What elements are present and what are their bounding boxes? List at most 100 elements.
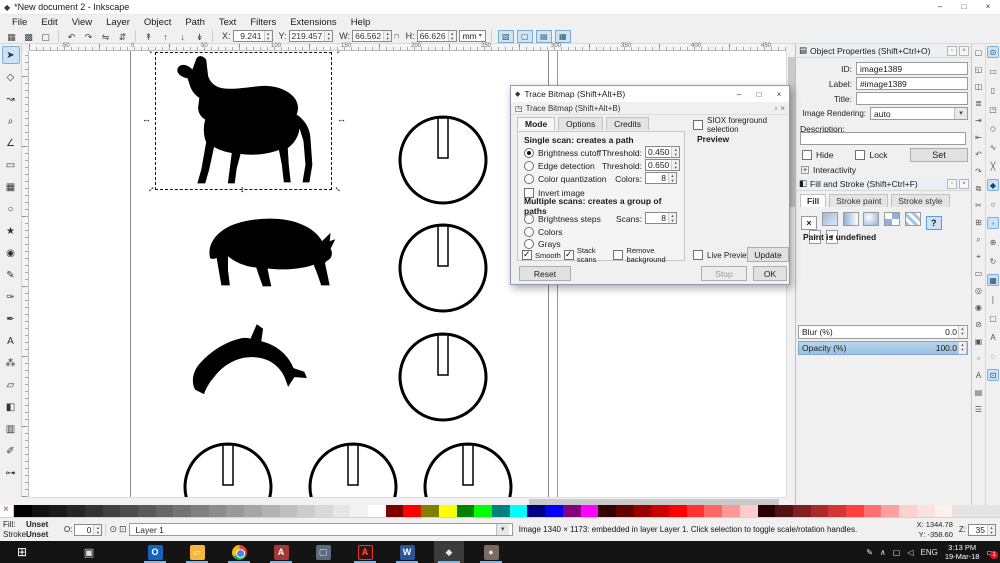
- palette-swatch-10[interactable]: [191, 505, 209, 517]
- dropper-tool[interactable]: ✐: [2, 442, 20, 460]
- lock-checkbox[interactable]: [855, 150, 865, 160]
- palette-swatch-21[interactable]: [386, 505, 404, 517]
- scale-gradients-toggle[interactable]: ▤: [536, 30, 552, 43]
- zoom-drawing-icon[interactable]: ⌖: [973, 250, 985, 262]
- palette-swatch-20[interactable]: [368, 505, 386, 517]
- snap-bbox-corner-icon[interactable]: ◳: [987, 103, 999, 115]
- lock-ratio-icon[interactable]: ⊔: [394, 32, 399, 40]
- palette-swatch-27[interactable]: [492, 505, 510, 517]
- live-preview-checkbox[interactable]: [693, 250, 703, 260]
- h--spinbox[interactable]: 66.626▴▾: [417, 30, 457, 42]
- palette-swatch-22[interactable]: [403, 505, 421, 517]
- rotate-ccw-button[interactable]: ↶: [64, 30, 79, 43]
- palette-swatch-31[interactable]: [563, 505, 581, 517]
- unlink-clone-icon[interactable]: ⊘: [973, 318, 985, 330]
- connector-tool[interactable]: ⊶: [2, 464, 20, 482]
- close-button[interactable]: ×: [976, 0, 1000, 14]
- palette-swatch-41[interactable]: [740, 505, 758, 517]
- pen-tool[interactable]: ✑: [2, 288, 20, 306]
- set-button[interactable]: Set: [910, 148, 968, 162]
- scale-patterns-toggle[interactable]: ▦: [555, 30, 571, 43]
- color-quantization-radio[interactable]: [524, 174, 534, 184]
- tab-credits[interactable]: Credits: [606, 117, 649, 130]
- palette-swatch-18[interactable]: [333, 505, 351, 517]
- palette-swatch-49[interactable]: [881, 505, 899, 517]
- redo-icon[interactable]: ↷: [973, 165, 985, 177]
- palette-swatch-19[interactable]: [350, 505, 368, 517]
- tab-mode[interactable]: Mode: [517, 117, 555, 130]
- palette-swatch-9[interactable]: [173, 505, 191, 517]
- palette-swatch-17[interactable]: [315, 505, 333, 517]
- palette-swatch-45[interactable]: [811, 505, 829, 517]
- new-document-icon[interactable]: ▢: [973, 46, 985, 58]
- pattern-button[interactable]: [884, 212, 900, 226]
- dock-close-icon[interactable]: ×: [959, 179, 969, 189]
- vertical-ruler[interactable]: 050100150200250: [22, 51, 29, 497]
- object-opacity-spinbox[interactable]: 0 ▴▾: [74, 524, 102, 536]
- label-field[interactable]: #image1389: [856, 77, 968, 90]
- hide-checkbox[interactable]: [802, 150, 812, 160]
- stop-button[interactable]: Stop: [701, 266, 747, 281]
- action-center-icon[interactable]: ▭1: [986, 548, 994, 557]
- pencil-tool[interactable]: ✎: [2, 266, 20, 284]
- snap-bbox-edge-icon[interactable]: ▯: [987, 84, 999, 96]
- palette-swatch-37[interactable]: [669, 505, 687, 517]
- interactivity-expander[interactable]: Interactivity: [813, 165, 856, 175]
- snap-guide-icon[interactable]: ∣: [987, 293, 999, 305]
- snap-midpoint-icon[interactable]: ◦: [987, 217, 999, 229]
- text-tool[interactable]: A: [2, 332, 20, 350]
- palette-swatch-46[interactable]: [828, 505, 846, 517]
- wheel-shape[interactable]: [425, 444, 511, 497]
- palette-swatch-14[interactable]: [262, 505, 280, 517]
- menu-view[interactable]: View: [66, 16, 98, 29]
- lower-to-bottom-button[interactable]: ↡: [192, 30, 207, 43]
- select-all-layers-button[interactable]: ▩: [21, 30, 36, 43]
- star-tool[interactable]: ★: [2, 222, 20, 240]
- blur-control[interactable]: Blur (%) 0.0 ▴▾: [798, 325, 968, 339]
- snap-others-icon[interactable]: ◌: [987, 350, 999, 362]
- close-button[interactable]: ×: [769, 87, 789, 102]
- menu-layer[interactable]: Layer: [100, 16, 136, 29]
- palette-swatch-16[interactable]: [297, 505, 315, 517]
- unknown-paint-button[interactable]: ?: [926, 216, 942, 230]
- palette-swatch-1[interactable]: [32, 505, 50, 517]
- minimize-button[interactable]: –: [928, 0, 952, 14]
- remove-background-checkbox[interactable]: [613, 250, 623, 260]
- palette-swatch-5[interactable]: [103, 505, 121, 517]
- tweak-tool[interactable]: ↝: [2, 90, 20, 108]
- tab-stroke-paint[interactable]: Stroke paint: [829, 194, 888, 207]
- stack-scans-checkbox[interactable]: [564, 250, 574, 260]
- language-indicator[interactable]: ENG: [920, 548, 937, 557]
- stroke-indicator-value[interactable]: Unset: [26, 530, 60, 540]
- raise-to-top-button[interactable]: ↟: [141, 30, 156, 43]
- palette-swatch-3[interactable]: [67, 505, 85, 517]
- box-3d-tool[interactable]: ▦: [2, 178, 20, 196]
- spin-arrows[interactable]: ▴▾: [264, 31, 272, 41]
- snap-enable-icon[interactable]: ⊙: [987, 46, 999, 58]
- paste-icon[interactable]: ⊞: [973, 216, 985, 228]
- object-properties-header[interactable]: ▤ Object Properties (Shift+Ctrl+O) ▫×: [796, 44, 972, 58]
- dock-float-icon[interactable]: ▫: [947, 46, 957, 56]
- swatch-button[interactable]: [905, 212, 921, 226]
- calligraphy-tool[interactable]: ✒: [2, 310, 20, 328]
- no-color-swatch[interactable]: [0, 505, 14, 517]
- select-all-button[interactable]: ▦: [4, 30, 19, 43]
- taskbar-app-file-explorer[interactable]: ▱: [182, 541, 212, 563]
- snap-text-baseline-icon[interactable]: A: [987, 331, 999, 343]
- clone-icon[interactable]: ◉: [973, 301, 985, 313]
- save-icon[interactable]: ◫: [973, 80, 985, 92]
- zoom-tool[interactable]: ⌕: [2, 112, 20, 130]
- palette-swatch-11[interactable]: [209, 505, 227, 517]
- horizontal-ruler[interactable]: -50050100150200250300350400450: [29, 44, 786, 51]
- selection-handle-w[interactable]: ↔: [142, 115, 151, 124]
- colors-radio[interactable]: [524, 227, 534, 237]
- title-field[interactable]: [856, 92, 968, 105]
- w--spinbox[interactable]: 66.562▴▾: [352, 30, 392, 42]
- node-tool[interactable]: ◇: [2, 68, 20, 86]
- taskbar-app-chrome[interactable]: [224, 541, 254, 563]
- palette-swatch-51[interactable]: [917, 505, 935, 517]
- menu-filters[interactable]: Filters: [244, 16, 282, 29]
- taskbar-clock[interactable]: 3:13 PM 19-Mar-18: [945, 543, 980, 561]
- dock-float-icon[interactable]: ▫: [947, 179, 957, 189]
- flat-color-button[interactable]: [822, 212, 838, 226]
